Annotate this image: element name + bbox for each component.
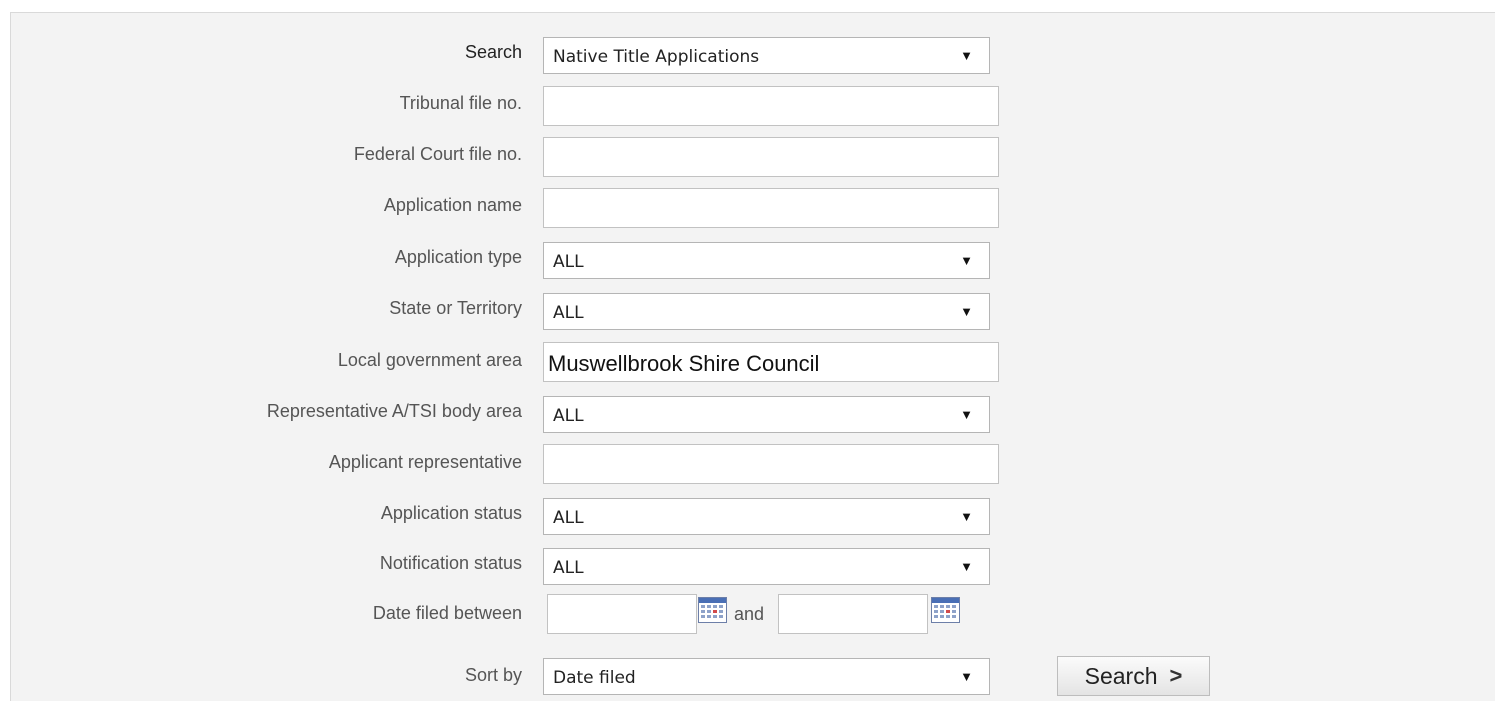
dropdown-arrow-icon: ▼ [960, 509, 973, 524]
application-type-select[interactable]: ALL ▼ [543, 242, 990, 279]
notification-status-label: Notification status [379, 553, 522, 573]
sort-by-select[interactable]: Date filed ▼ [543, 658, 990, 695]
date-filed-from-input[interactable] [547, 594, 697, 634]
search-type-value: Native Title Applications [553, 47, 760, 67]
representative-body-area-value: ALL [553, 406, 584, 426]
dropdown-arrow-icon: ▼ [960, 669, 973, 684]
application-status-select[interactable]: ALL ▼ [543, 498, 990, 535]
search-type-label: Search [464, 42, 522, 62]
application-name-input[interactable] [543, 188, 999, 228]
tribunal-file-no-input[interactable] [543, 86, 999, 126]
dropdown-arrow-icon: ▼ [960, 304, 973, 319]
notification-status-value: ALL [553, 558, 584, 578]
application-status-value: ALL [553, 508, 584, 528]
dropdown-arrow-icon: ▼ [960, 253, 973, 268]
applicant-representative-input[interactable] [543, 444, 999, 484]
dropdown-arrow-icon: ▼ [960, 48, 973, 63]
calendar-icon[interactable] [698, 597, 727, 623]
sort-by-label: Sort by [464, 665, 522, 685]
state-or-territory-select[interactable]: ALL ▼ [543, 293, 990, 330]
local-government-area-value: Muswellbrook Shire Council [548, 351, 820, 376]
local-government-area-input[interactable]: Muswellbrook Shire Council [543, 342, 999, 382]
dropdown-arrow-icon: ▼ [960, 559, 973, 574]
chevron-right-icon: > [1169, 663, 1183, 688]
federal-court-file-no-input[interactable] [543, 137, 999, 177]
date-filed-to-input[interactable] [778, 594, 928, 634]
tribunal-file-no-label: Tribunal file no. [399, 93, 522, 113]
search-type-select[interactable]: Native Title Applications ▼ [543, 37, 990, 74]
dropdown-arrow-icon: ▼ [960, 407, 973, 422]
search-button[interactable]: Search > [1057, 656, 1210, 696]
application-status-label: Application status [380, 503, 522, 523]
sort-by-value: Date filed [553, 668, 636, 688]
federal-court-file-no-label: Federal Court file no. [353, 144, 522, 164]
date-joiner-text: and [734, 604, 765, 624]
notification-status-select[interactable]: ALL ▼ [543, 548, 990, 585]
application-type-label: Application type [394, 247, 522, 267]
search-button-label: Search [1084, 662, 1158, 689]
date-filed-label: Date filed between [372, 603, 522, 623]
representative-body-area-label: Representative A/TSI body area [266, 401, 522, 421]
applicant-representative-label: Applicant representative [328, 452, 522, 472]
local-government-area-label: Local government area [337, 350, 522, 370]
calendar-icon[interactable] [931, 597, 960, 623]
state-or-territory-value: ALL [553, 303, 584, 323]
representative-body-area-select[interactable]: ALL ▼ [543, 396, 990, 433]
application-name-label: Application name [383, 195, 522, 215]
state-or-territory-label: State or Territory [389, 298, 522, 318]
application-type-value: ALL [553, 252, 584, 272]
